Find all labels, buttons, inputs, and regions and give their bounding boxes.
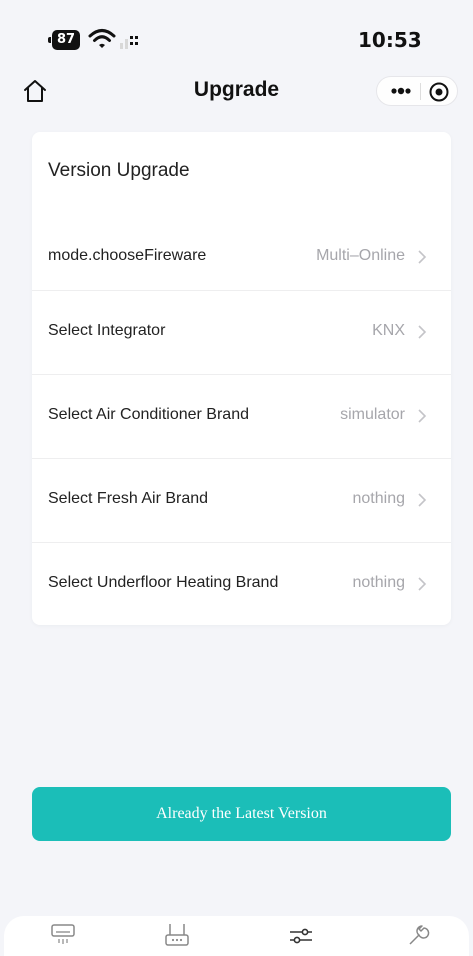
status-bar: 87 10:53 [0, 0, 473, 70]
status-time: 10:53 [358, 28, 422, 52]
row-select-fresh-air-brand[interactable]: Select Fresh Air Brand nothing [32, 458, 451, 542]
signal-icon [120, 36, 138, 49]
row-label: Select Air Conditioner Brand [48, 406, 249, 423]
row-value: nothing [352, 574, 406, 591]
row-label: Select Integrator [48, 322, 166, 339]
row-value: simulator [340, 406, 405, 423]
capsule-divider [420, 83, 421, 100]
row-select-integrator[interactable]: Select Integrator KNX [32, 290, 451, 374]
chevron-right-icon [418, 325, 427, 339]
row-select-underfloor-heating-brand[interactable]: Select Underfloor Heating Brand nothing [32, 542, 451, 626]
wifi-icon [88, 29, 116, 48]
bottom-tab-bar [4, 916, 469, 956]
card-title: Version Upgrade [48, 160, 190, 181]
chevron-right-icon [418, 577, 427, 591]
chevron-right-icon [418, 493, 427, 507]
chevron-right-icon [418, 409, 427, 423]
row-label: Select Fresh Air Brand [48, 490, 209, 507]
divider [32, 374, 451, 375]
row-value: KNX [372, 322, 405, 339]
chevron-right-icon [418, 250, 427, 264]
divider [32, 542, 451, 543]
version-upgrade-card: Version Upgrade mode.chooseFireware Mult… [32, 132, 451, 625]
row-label: Select Underfloor Heating Brand [48, 574, 279, 591]
row-value: Multi–Online [316, 247, 405, 264]
nav-bar: Upgrade [0, 70, 473, 118]
row-choose-firmware[interactable]: mode.chooseFireware Multi–Online [32, 215, 451, 299]
row-value: nothing [352, 490, 406, 507]
wrench-icon[interactable] [402, 922, 432, 948]
divider [32, 458, 451, 459]
row-label: mode.chooseFireware [48, 247, 207, 264]
target-icon[interactable] [428, 81, 450, 103]
more-icon[interactable] [387, 81, 415, 101]
row-select-air-conditioner-brand[interactable]: Select Air Conditioner Brand simulator [32, 374, 451, 458]
device-icon[interactable] [162, 922, 192, 948]
divider [32, 290, 451, 291]
air-conditioner-icon[interactable] [48, 922, 78, 948]
sliders-icon[interactable] [286, 922, 316, 948]
mini-program-capsule [376, 76, 458, 106]
battery-indicator: 87 [48, 30, 80, 50]
latest-version-button[interactable]: Already the Latest Version [32, 787, 451, 841]
